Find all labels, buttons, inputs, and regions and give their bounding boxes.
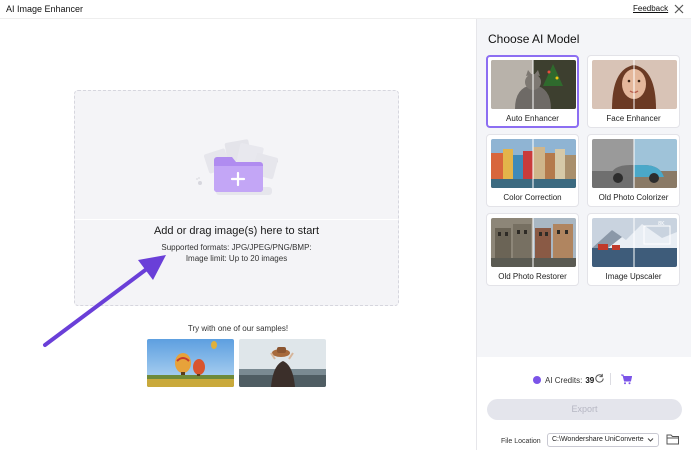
model-card-old-photo-restorer[interactable]: Old Photo Restorer xyxy=(486,213,579,286)
title-bar: AI Image Enhancer Feedback xyxy=(0,0,691,19)
credits-divider xyxy=(610,373,611,385)
model-sidebar: Choose AI Model Auto Enhancer Face Enhan… xyxy=(476,19,691,450)
sample-image-hat-person[interactable] xyxy=(239,339,326,387)
chevron-down-icon xyxy=(647,438,654,442)
credits-label: AI Credits: xyxy=(545,375,583,385)
image-upscaler-thumbnail: 8K xyxy=(592,218,677,267)
app-title: AI Image Enhancer xyxy=(6,4,84,14)
close-icon[interactable] xyxy=(673,3,685,15)
old-photo-colorizer-thumbnail xyxy=(592,139,677,188)
credits-value: 39 xyxy=(585,375,595,385)
refresh-icon[interactable] xyxy=(594,373,605,384)
pointer-arrow-graphic xyxy=(43,255,166,347)
model-card-color-correction[interactable]: Color Correction xyxy=(486,134,579,207)
model-card-face-enhancer[interactable]: Face Enhancer xyxy=(587,55,680,128)
model-label: Old Photo Colorizer xyxy=(598,193,669,202)
file-location-label: File Location xyxy=(501,438,541,445)
model-label: Image Upscaler xyxy=(605,272,662,281)
auto-enhancer-thumbnail xyxy=(491,60,576,109)
model-label: Old Photo Restorer xyxy=(498,272,567,281)
open-folder-icon[interactable] xyxy=(666,433,680,445)
model-card-old-photo-colorizer[interactable]: Old Photo Colorizer xyxy=(587,134,680,207)
model-label: Color Correction xyxy=(503,193,562,202)
main-area: Add or drag image(s) here to start Suppo… xyxy=(0,19,476,450)
sample-image-balloons[interactable] xyxy=(147,339,234,387)
sidebar-title: Choose AI Model xyxy=(488,32,580,46)
model-label: Face Enhancer xyxy=(606,114,661,123)
cart-icon[interactable] xyxy=(620,373,632,385)
feedback-link[interactable]: Feedback xyxy=(633,4,668,13)
color-correction-thumbnail xyxy=(491,139,576,188)
dropzone-divider xyxy=(75,219,398,220)
model-card-auto-enhancer[interactable]: Auto Enhancer xyxy=(486,55,579,128)
svg-text:8K: 8K xyxy=(658,221,665,227)
old-photo-restorer-thumbnail xyxy=(491,218,576,267)
face-enhancer-thumbnail xyxy=(592,60,677,109)
dropzone-main-text: Add or drag image(s) here to start xyxy=(153,225,320,237)
file-location-value: C:\Wondershare UniConverte xyxy=(552,436,644,443)
export-button[interactable]: Export xyxy=(487,399,682,420)
file-location-select[interactable]: C:\Wondershare UniConverte xyxy=(547,433,659,447)
credits-icon xyxy=(533,376,541,384)
ai-credits: AI Credits: 39 xyxy=(533,374,594,386)
model-card-image-upscaler[interactable]: 8K Image Upscaler xyxy=(587,213,680,286)
model-label: Auto Enhancer xyxy=(506,114,559,123)
add-folder-icon xyxy=(196,139,279,195)
samples-label: Try with one of our samples! xyxy=(187,324,289,333)
